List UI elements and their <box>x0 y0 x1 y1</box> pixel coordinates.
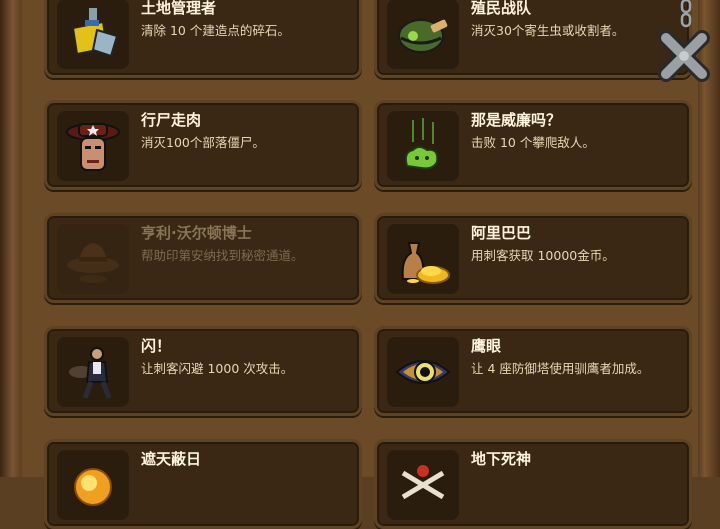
achievement-title: 闪！ <box>141 337 172 355</box>
achievement-card-land-manager: 土地管理者 清除 10 个建造点的碎石。 <box>44 0 362 78</box>
achievement-card-ali-baba: 阿里巴巴 用刺客获取 10000金币。 <box>374 213 692 303</box>
gold-sack-icon <box>387 224 459 294</box>
zombie-head-icon <box>57 111 129 181</box>
achievement-desc: 消灭100个部落僵尸。 <box>141 135 265 150</box>
achievement-desc: 帮助印第安纳找到秘密通道。 <box>141 248 304 263</box>
achievement-card-henry-walton: 亨利·沃尔顿博士 帮助印第安纳找到秘密通道。 <box>44 213 362 303</box>
achievement-title: 阿里巴巴 <box>471 224 532 242</box>
assassin-icon <box>57 337 129 407</box>
close-button[interactable] <box>654 26 714 86</box>
achievement-title: 土地管理者 <box>141 0 217 17</box>
achievement-title: 那是威廉吗？ <box>471 111 562 129</box>
achievement-desc: 消灭30个寄生虫或收割者。 <box>471 23 625 38</box>
achievement-desc: 用刺客获取 10000金币。 <box>471 248 615 263</box>
sun-orb-icon <box>57 450 129 520</box>
achievement-card-is-that-william: 那是威廉吗？ 击败 10 个攀爬敌人。 <box>374 100 692 190</box>
close-x-icon <box>658 30 710 82</box>
achievements-panel: 土地管理者 清除 10 个建造点的碎石。 殖民战队 消灭30个寄生虫或收割者。 <box>22 0 698 529</box>
fedora-hat-icon <box>57 224 129 294</box>
eagle-eye-icon <box>387 337 459 407</box>
achievement-title: 地下死神 <box>471 450 532 468</box>
achievement-desc: 让 4 座防御塔使用驯鹰者加成。 <box>471 361 650 376</box>
achievement-desc: 让刺客闪避 1000 次攻击。 <box>141 361 294 376</box>
achievement-card-flash: 闪！ 让刺客闪避 1000 次攻击。 <box>44 326 362 416</box>
achievement-title: 行尸走肉 <box>141 111 202 129</box>
helmet-icon <box>387 0 459 69</box>
achievement-title: 殖民战队 <box>471 0 532 17</box>
skull-bones-icon <box>387 450 459 520</box>
achievement-title: 鹰眼 <box>471 337 502 355</box>
achievement-desc: 击败 10 个攀爬敌人。 <box>471 135 595 150</box>
achievement-card-walking-dead: 行尸走肉 消灭100个部落僵尸。 <box>44 100 362 190</box>
achievement-title: 亨利·沃尔顿博士 <box>141 224 252 242</box>
achievement-desc: 清除 10 个建造点的碎石。 <box>141 23 290 38</box>
slime-icon <box>387 111 459 181</box>
achievement-card-eagle-eye: 鹰眼 让 4 座防御塔使用驯鹰者加成。 <box>374 326 692 416</box>
achievement-card-underground-reaper: 地下死神 <box>374 439 692 529</box>
achievement-card-blot-out-the-sun: 遮天蔽日 <box>44 439 362 529</box>
achievement-title: 遮天蔽日 <box>141 450 202 468</box>
shovel-icon <box>57 0 129 69</box>
achievement-card-colony-squad: 殖民战队 消灭30个寄生虫或收割者。 <box>374 0 692 78</box>
